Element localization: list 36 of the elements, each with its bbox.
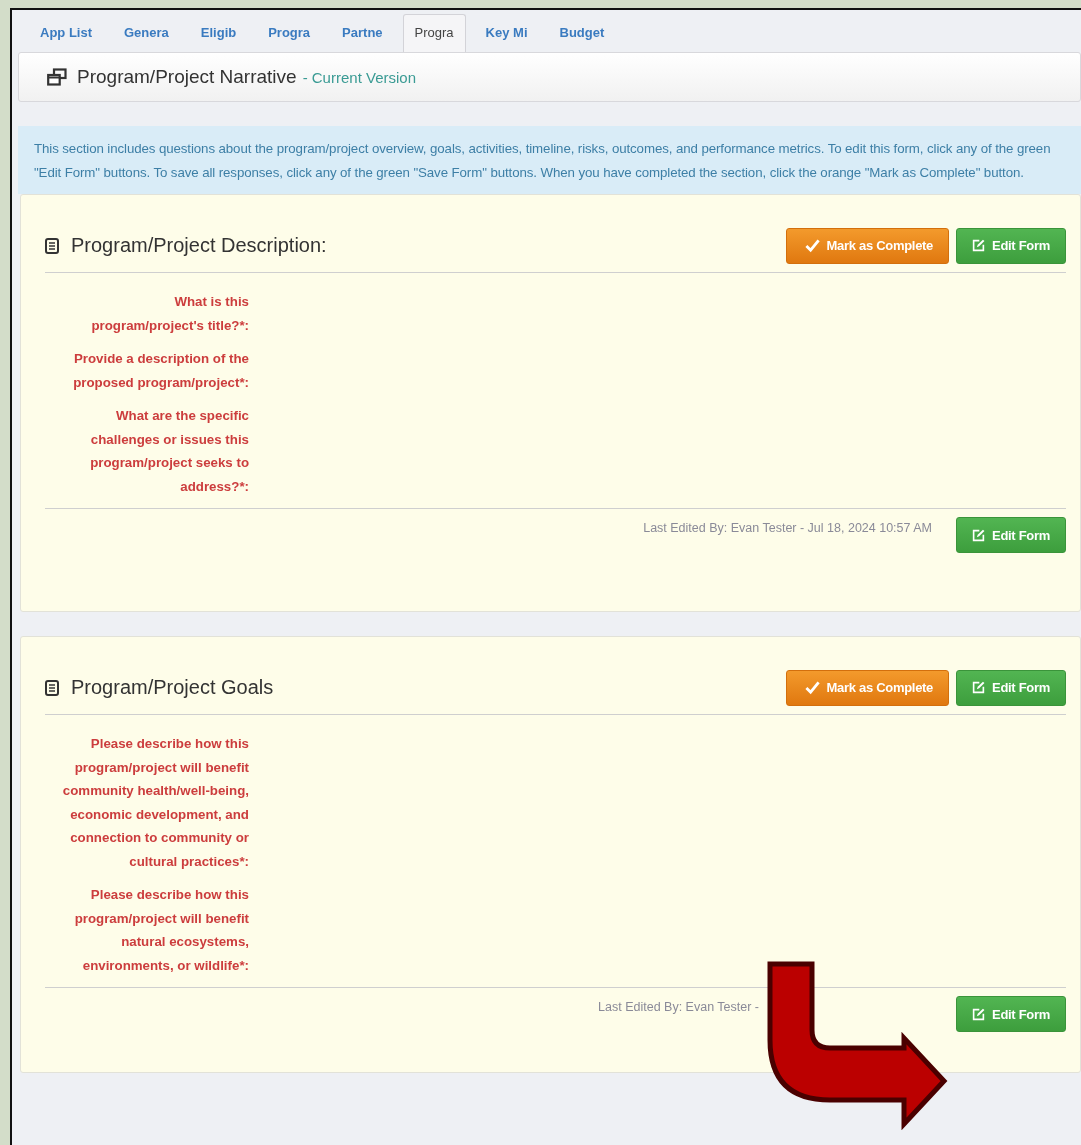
edit-icon [972, 528, 986, 542]
windows-icon [47, 68, 67, 86]
tab[interactable]: Key Mi [473, 14, 540, 52]
document-icon [45, 679, 59, 696]
question-label: Provide a description of the proposed program/project*: [72, 350, 249, 392]
mark-complete-button[interactable]: Mark as Complete [785, 227, 950, 264]
question-label: Please describe how this program/project will benefit community health/well-being, economic development, and connection to community or cultural practices*: [61, 735, 249, 871]
info-message: This section includes questions about the program/project overview, goals, activities, timeline, risks, outcomes, and performance metrics. To edit this form, click any of the green "Edit Form" buttons. To save all responses, click any of the green "Save Form" buttons. When you have completed the section, click the orange "Mark as Complete" button. [18, 126, 1081, 194]
question-label: What is this program/project's title?*: [90, 293, 249, 335]
page-title: Program/Project Narrative [77, 66, 297, 88]
edit-icon [972, 681, 986, 694]
tab[interactable]: Genera [112, 14, 181, 52]
version-label: - Current Version [302, 68, 416, 86]
tab[interactable]: Progra [256, 14, 323, 52]
last-edited-text: Last Edited By: Evan Tester - Jul 18, 2024 10:57 AM [643, 521, 933, 535]
document-icon [45, 237, 59, 254]
last-edited-text: Last Edited By: Evan Tester - [598, 1000, 760, 1014]
edit-form-button[interactable]: Edit Form [956, 996, 1066, 1032]
edit-icon [972, 1007, 986, 1021]
tab[interactable]: Eligib [188, 14, 249, 52]
edit-form-button[interactable]: Edit Form [956, 227, 1066, 264]
mark-complete-button[interactable]: Mark as Complete [785, 669, 950, 706]
edit-form-button[interactable]: Edit Form [956, 517, 1066, 553]
edit-form-button[interactable]: Edit Form [956, 669, 1066, 706]
checkmark-icon [804, 238, 820, 253]
checkmark-icon [804, 680, 820, 695]
section-title: Program/Project Description: [71, 234, 328, 257]
section-title: Program/Project Goals [71, 676, 275, 699]
tab[interactable]: Progra [402, 14, 466, 52]
question-label: Please describe how this program/project will benefit natural ecosystems, environments, or wildlife*: [73, 886, 249, 975]
question-label: What are the specific challenges or issues this program/project seeks to address?*: [89, 407, 249, 496]
arrow-icon [767, 961, 947, 1127]
edit-icon [972, 239, 986, 252]
tab[interactable]: App List [28, 14, 104, 52]
tab[interactable]: Partne [330, 14, 395, 52]
tab[interactable]: Budget [547, 14, 617, 52]
